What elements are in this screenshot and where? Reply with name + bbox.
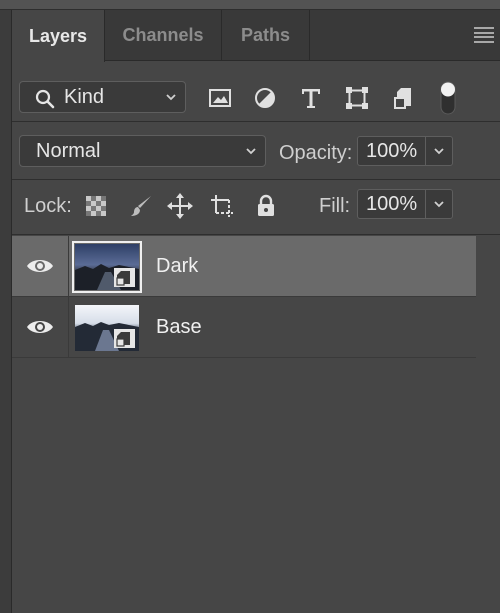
tab-channels[interactable]: Channels (105, 10, 222, 61)
opacity-dropdown-button[interactable] (425, 137, 452, 165)
lock-position-icon[interactable] (167, 193, 193, 219)
layer-filter-row: Kind (12, 62, 500, 122)
layer-row-dark[interactable]: Dark (12, 236, 476, 297)
visibility-eye-icon[interactable] (26, 317, 54, 337)
chevron-down-icon (434, 148, 444, 155)
visibility-eye-icon[interactable] (26, 256, 54, 276)
layer-name[interactable]: Dark (156, 255, 198, 278)
filter-toggle-icon[interactable] (435, 80, 461, 116)
chevron-down-icon (166, 94, 176, 101)
tab-paths[interactable]: Paths (222, 10, 310, 61)
lock-all-icon[interactable] (253, 193, 279, 219)
opacity-label: Opacity: (279, 142, 353, 164)
fill-dropdown-button[interactable] (425, 190, 452, 218)
layer-thumbnail[interactable] (72, 241, 142, 293)
filter-kind-select[interactable]: Kind (19, 81, 186, 113)
fill-label: Fill: (319, 195, 351, 217)
chevron-down-icon (246, 148, 256, 155)
lock-image-pixels-icon[interactable] (128, 193, 154, 219)
lock-transparent-pixels-icon[interactable] (83, 193, 109, 219)
type-filter-icon[interactable] (298, 85, 324, 111)
smart-object-filter-icon[interactable] (391, 85, 417, 111)
panel-top-edge (0, 0, 500, 10)
blend-mode-value: Normal (36, 139, 101, 162)
layers-list: Dark Base (12, 236, 500, 358)
search-icon (35, 89, 55, 109)
tab-layers[interactable]: Layers (12, 10, 105, 62)
layer-divider (68, 236, 69, 297)
layer-thumbnail[interactable] (75, 305, 139, 351)
lock-label: Lock: (24, 195, 72, 217)
opacity-value: 100% (366, 139, 418, 162)
fill-value: 100% (366, 192, 418, 215)
layer-divider (68, 297, 69, 358)
panel-menu-icon[interactable] (474, 27, 494, 43)
panel-tab-bar: Layers Channels Paths (12, 10, 500, 62)
blend-opacity-row: Normal Opacity: 100% (12, 122, 500, 180)
layer-row-base[interactable]: Base (12, 297, 476, 358)
panel-left-edge (0, 10, 12, 613)
image-filter-icon[interactable] (207, 85, 233, 111)
chevron-down-icon (434, 201, 444, 208)
fill-field[interactable]: 100% (357, 189, 453, 219)
layer-name[interactable]: Base (156, 316, 202, 339)
filter-kind-label: Kind (64, 85, 105, 108)
lock-fill-row: Lock: Fill: 100% (12, 180, 500, 235)
adjustment-filter-icon[interactable] (252, 85, 278, 111)
opacity-field[interactable]: 100% (357, 136, 453, 166)
shape-filter-icon[interactable] (344, 85, 370, 111)
lock-artboard-icon[interactable] (209, 193, 235, 219)
blend-mode-select[interactable]: Normal (19, 135, 266, 167)
